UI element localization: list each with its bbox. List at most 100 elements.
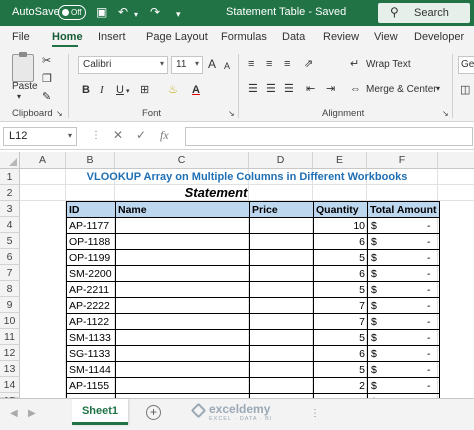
column-header-b[interactable]: B — [66, 152, 115, 169]
autosave-toggle[interactable]: Off — [58, 5, 86, 20]
currency-icon[interactable]: ◫ — [460, 83, 470, 97]
cell-price[interactable] — [249, 361, 314, 378]
row-header[interactable]: 5 — [0, 233, 20, 249]
cell-total-amount[interactable]: $- — [367, 233, 440, 250]
header-id[interactable]: ID — [66, 201, 116, 218]
tab-page-layout[interactable]: Page Layout — [146, 31, 208, 43]
number-format-select[interactable]: Ge — [458, 56, 474, 74]
cell-id[interactable]: SG-1133 — [66, 345, 116, 362]
column-header-c[interactable]: C — [115, 152, 249, 169]
column-header-a[interactable]: A — [20, 152, 66, 169]
row-header[interactable]: 13 — [0, 361, 20, 377]
cell-id[interactable]: SM-1133 — [66, 329, 116, 346]
formula-input[interactable] — [185, 127, 473, 146]
tab-developer[interactable]: Developer — [414, 31, 464, 43]
cell-total-amount[interactable]: $- — [367, 377, 440, 394]
cell-price[interactable] — [249, 265, 314, 282]
cell-price[interactable] — [249, 377, 314, 394]
row-header[interactable]: 8 — [0, 281, 20, 297]
column-header-g[interactable] — [438, 152, 474, 169]
format-painter-icon[interactable]: ✎ — [42, 90, 51, 104]
shrink-font-button[interactable]: A — [224, 59, 230, 73]
header-quantity[interactable]: Quantity — [313, 201, 368, 218]
cell-quantity[interactable]: 5 — [313, 329, 368, 346]
select-all-button[interactable] — [0, 152, 20, 169]
cell-name[interactable] — [115, 345, 250, 362]
cut-icon[interactable]: ✂ — [42, 54, 51, 68]
paste-icon[interactable] — [12, 52, 34, 82]
column-header-d[interactable]: D — [249, 152, 313, 169]
tab-file[interactable]: File — [12, 31, 30, 43]
cell-name[interactable] — [115, 377, 250, 394]
cell-id[interactable]: SM-2200 — [66, 265, 116, 282]
cell-id[interactable]: AP-1122 — [66, 313, 116, 330]
enter-icon[interactable]: ✓ — [136, 128, 146, 142]
cell-name[interactable] — [115, 233, 250, 250]
row-header[interactable]: 10 — [0, 313, 20, 329]
cell-id[interactable]: AP-2211 — [66, 281, 116, 298]
search-box[interactable]: ⚲ Search — [378, 3, 470, 23]
cell-quantity[interactable]: 5 — [313, 281, 368, 298]
row-header[interactable]: 2 — [0, 185, 20, 201]
cell-price[interactable] — [249, 313, 314, 330]
font-launcher-icon[interactable]: ↘ — [228, 109, 235, 118]
row-header[interactable]: 3 — [0, 201, 20, 217]
cell-quantity[interactable]: 6 — [313, 265, 368, 282]
cell-id[interactable]: AP-1177 — [66, 217, 116, 234]
align-middle-icon[interactable]: ≡ — [266, 57, 272, 71]
more-options-icon[interactable]: ⋮ — [310, 408, 320, 419]
name-box[interactable]: L12 ▾ — [3, 127, 77, 146]
add-sheet-button[interactable]: + — [146, 405, 161, 420]
cell-quantity[interactable]: 5 — [313, 361, 368, 378]
cancel-icon[interactable]: ✕ — [113, 128, 123, 142]
italic-button[interactable]: I — [100, 83, 104, 97]
row-header[interactable]: 6 — [0, 249, 20, 265]
cell-quantity[interactable]: 7 — [313, 297, 368, 314]
tab-view[interactable]: View — [374, 31, 398, 43]
cell-price[interactable] — [249, 249, 314, 266]
row-header[interactable]: 11 — [0, 329, 20, 345]
cell-name[interactable] — [115, 313, 250, 330]
cell-price[interactable] — [249, 297, 314, 314]
redo-icon[interactable]: ↷ — [150, 5, 160, 19]
align-bottom-icon[interactable]: ≡ — [284, 57, 290, 71]
worksheet-grid[interactable]: A B C D E F 1 2 3 4 5 6 7 8 9 10 11 12 1… — [0, 152, 474, 410]
header-total-amount[interactable]: Total Amount — [367, 201, 440, 218]
cell-total-amount[interactable]: $- — [367, 217, 440, 234]
row-header[interactable]: 14 — [0, 377, 20, 393]
wrap-text-button[interactable]: Wrap Text — [366, 59, 411, 70]
cell-quantity[interactable]: 6 — [313, 233, 368, 250]
tab-review[interactable]: Review — [323, 31, 359, 43]
cell-name[interactable] — [115, 297, 250, 314]
increase-indent-icon[interactable]: ⇥ — [326, 82, 335, 96]
cell-total-amount[interactable]: $- — [367, 345, 440, 362]
cell-id[interactable]: OP-1188 — [66, 233, 116, 250]
cell-quantity[interactable]: 10 — [313, 217, 368, 234]
cell-price[interactable] — [249, 281, 314, 298]
cell-id[interactable]: AP-1155 — [66, 377, 116, 394]
merge-dropdown-icon[interactable]: ▾ — [436, 84, 440, 93]
clipboard-launcher-icon[interactable]: ↘ — [56, 109, 63, 118]
wrap-text-icon[interactable]: ↵ — [350, 57, 359, 71]
cell-name[interactable] — [115, 265, 250, 282]
tab-formulas[interactable]: Formulas — [221, 31, 267, 43]
undo-dropdown-icon[interactable]: ▾ — [134, 8, 138, 22]
cell-total-amount[interactable]: $- — [367, 249, 440, 266]
font-size-select[interactable]: 11 ▾ — [171, 56, 203, 74]
header-name[interactable]: Name — [115, 201, 250, 218]
paste-button[interactable]: Paste — [12, 81, 38, 92]
cell-total-amount[interactable]: $- — [367, 361, 440, 378]
copy-icon[interactable]: ❐ — [42, 72, 52, 86]
orientation-icon[interactable]: ⇗ — [304, 57, 313, 71]
underline-dropdown-icon[interactable]: ▾ — [126, 85, 130, 99]
cell-name[interactable] — [115, 329, 250, 346]
cell-name[interactable] — [115, 281, 250, 298]
header-price[interactable]: Price — [249, 201, 314, 218]
merge-center-icon[interactable]: ⇔ — [350, 82, 361, 96]
font-name-select[interactable]: Calibri ▾ — [78, 56, 168, 74]
cell-id[interactable]: AP-2222 — [66, 297, 116, 314]
align-top-icon[interactable]: ≡ — [248, 57, 254, 71]
cell-name[interactable] — [115, 217, 250, 234]
column-header-e[interactable]: E — [313, 152, 367, 169]
formula-bar-options-icon[interactable]: ⋮ — [91, 130, 101, 141]
